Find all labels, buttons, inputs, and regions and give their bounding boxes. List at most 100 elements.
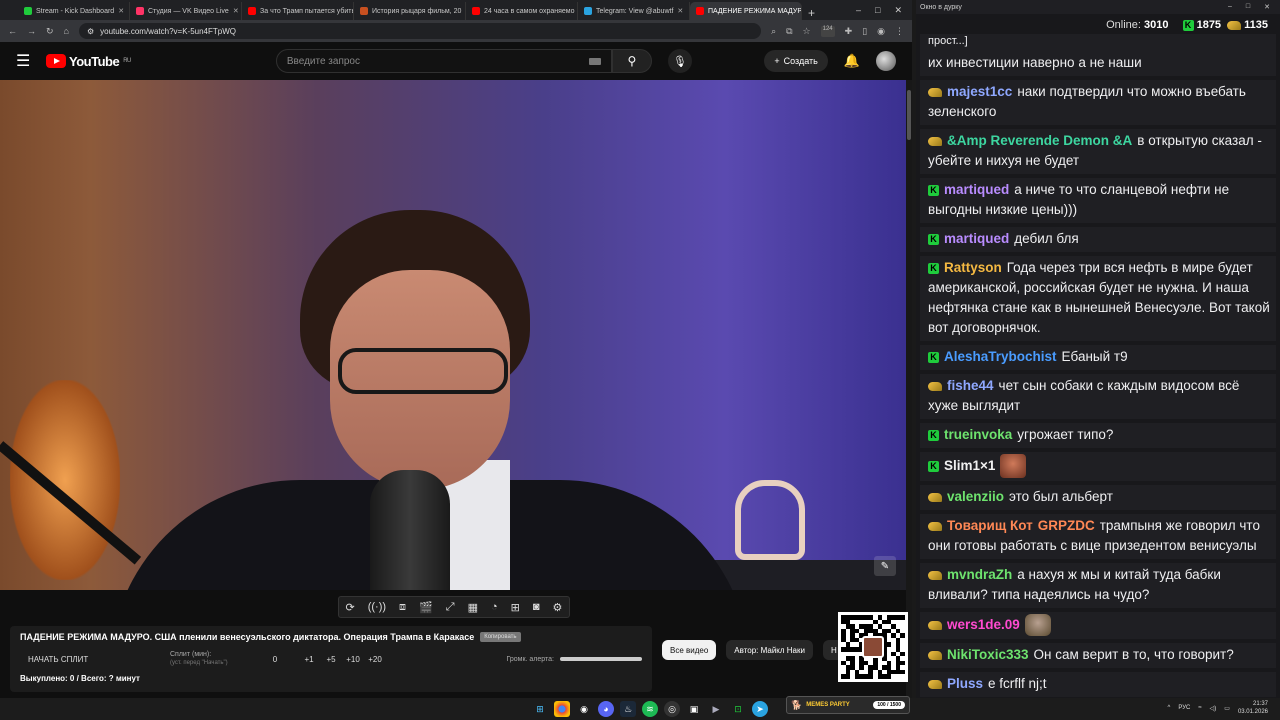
steam-icon[interactable]: ♨ [620, 701, 636, 717]
voice-search-button[interactable]: 🎙 [667, 49, 692, 73]
sidebar-icon[interactable]: ▯ [862, 26, 867, 37]
search-button[interactable]: ⚲ [611, 49, 652, 73]
profile-icon[interactable]: ◉ [877, 26, 885, 37]
speed-icon[interactable]: ◔ [491, 601, 498, 613]
chat-username[interactable]: majest1cc [947, 84, 1012, 99]
windows-start-icon[interactable]: ⊞ [532, 701, 548, 717]
add-icon[interactable]: ⊞ [511, 601, 520, 614]
spotify-icon[interactable]: ≋ [642, 701, 658, 717]
increment-20-button[interactable]: +20 [364, 655, 386, 664]
channel-watermark-icon[interactable]: ✎ [874, 556, 896, 576]
home-icon[interactable]: ⌂ [64, 26, 69, 36]
new-tab-button[interactable]: + [802, 6, 821, 20]
tab-close-icon[interactable]: ✕ [677, 7, 683, 15]
gold-count: 1135 [1244, 19, 1268, 31]
bookmark-star-icon[interactable]: ☆ [803, 26, 811, 37]
kick-badge-icon: K [928, 180, 939, 200]
zoom-icon[interactable]: ⌕ [771, 26, 776, 37]
browser-tab[interactable]: Студия — VK Видео Live ✕ [130, 2, 242, 20]
increment-5-button[interactable]: +5 [320, 655, 342, 664]
chat-username[interactable]: valenziio [947, 489, 1004, 504]
reload-icon[interactable]: ↻ [46, 26, 54, 37]
browser-tab[interactable]: История рыцаря фильм, 20✕ [354, 2, 466, 20]
chat-username[interactable]: AleshaTrybochist [944, 349, 1057, 364]
obs-icon[interactable]: ◎ [664, 701, 680, 717]
search-taskbar-icon[interactable]: ◉ [576, 701, 592, 717]
back-icon[interactable]: ← [8, 26, 17, 36]
wifi-icon[interactable]: ≈ [1198, 705, 1201, 711]
browser-tab[interactable]: За что Трамп пытается убить✕ [242, 2, 354, 20]
forward-icon[interactable]: → [27, 26, 36, 36]
chat-message: Kmartiqued а ниче то что сланцевой нефти … [920, 178, 1276, 223]
media-player-icon[interactable]: ▶ [708, 701, 724, 717]
create-button[interactable]: + Создать [764, 50, 828, 72]
chat-username[interactable]: fishe44 [947, 378, 994, 393]
chat-username[interactable]: wers1de.09 [947, 617, 1020, 632]
maximize-icon[interactable]: □ [875, 5, 880, 16]
language-indicator[interactable]: РУС [1178, 705, 1190, 711]
app-icon[interactable]: ▣ [686, 701, 702, 717]
chat-username[interactable]: trueinvoka [944, 427, 1012, 442]
browser-tab[interactable]: Stream - Kick Dashboard ✕ [18, 2, 130, 20]
share-icon[interactable]: ⧉ [786, 26, 792, 37]
page-scrollbar[interactable] [906, 80, 912, 698]
browser-tab[interactable]: ПАДЕНИЕ РЕЖИМА МАДУРО✕ [690, 2, 802, 20]
search-input[interactable]: Введите запрос [275, 49, 612, 73]
taskbar-icons: ⊞ ◉ ◕ ♨ ≋ ◎ ▣ ▶ ⊡ ➤ [532, 701, 768, 717]
screenshot-icon[interactable]: ⧈ [399, 601, 406, 614]
chip-all-videos[interactable]: Все видео [662, 640, 717, 660]
battery-icon[interactable]: ▭ [1224, 705, 1230, 712]
chat-username[interactable]: mvndraZh [947, 567, 1012, 582]
chat-message: K Rattyson Года через три вся нефть в мире… [920, 256, 1276, 341]
alert-volume-slider[interactable] [560, 657, 642, 661]
hamburger-menu-icon[interactable]: ☰ [16, 51, 46, 71]
audio-icon[interactable]: ((·)) [368, 601, 386, 613]
loop-icon[interactable]: ⟳ [346, 601, 355, 614]
minimize-icon[interactable]: – [856, 5, 861, 16]
grid-icon[interactable]: ▦ [468, 601, 478, 614]
tray-chevron-icon[interactable]: ^ [1168, 705, 1171, 711]
avatar[interactable] [876, 51, 896, 71]
camera-icon[interactable]: ◙ [533, 601, 540, 613]
kick-app-icon[interactable]: ⊡ [730, 701, 746, 717]
clock[interactable]: 21:37 03.01.2026 [1238, 700, 1268, 716]
puzzle-icon[interactable]: ✚ [845, 26, 853, 37]
chrome-icon[interactable] [554, 701, 570, 717]
chat-username[interactable]: NikiToxic333 [947, 647, 1029, 662]
chat-username[interactable]: Slim1×1 [944, 458, 995, 473]
chat-minimize-icon[interactable]: – [1228, 3, 1232, 11]
browser-tab[interactable]: Telegram: View @abuwtf ✕ [578, 2, 690, 20]
settings-gear-icon[interactable]: ⚙ [553, 601, 563, 614]
chat-maximize-icon[interactable]: □ [1246, 3, 1250, 11]
copy-button[interactable]: Копировать [480, 632, 521, 642]
chat-username[interactable]: Rattyson [944, 260, 1002, 275]
notifications-bell-icon[interactable]: 🔔 [844, 53, 860, 69]
scrollbar-thumb[interactable] [907, 90, 911, 140]
expand-icon[interactable]: ⤢ [446, 601, 455, 614]
volume-icon[interactable]: ◁) [1210, 705, 1217, 712]
chip-author[interactable]: Автор: Майкл Наки [726, 640, 813, 660]
discord-icon[interactable]: ◕ [598, 701, 614, 717]
site-info-icon[interactable]: ⚙ [87, 27, 94, 36]
chat-username[interactable]: Товарищ Кот [947, 518, 1033, 533]
url-input[interactable]: ⚙ youtube.com/watch?v=K-5un4FTpWQ [78, 23, 762, 39]
menu-icon[interactable]: ⋮ [895, 26, 904, 37]
close-icon[interactable]: ✕ [894, 5, 902, 16]
browser-tab[interactable]: 24 часа в самом охраняемо✕ [466, 2, 578, 20]
chat-close-icon[interactable]: ✕ [1264, 3, 1270, 11]
increment-10-button[interactable]: +10 [342, 655, 364, 664]
extension-icon[interactable]: 124 [820, 25, 835, 37]
tab-close-icon[interactable]: ✕ [233, 7, 239, 15]
keyboard-icon[interactable] [588, 57, 601, 65]
increment-1-button[interactable]: +1 [298, 655, 320, 664]
tab-close-icon[interactable]: ✕ [118, 7, 124, 15]
start-split-button[interactable]: НАЧАТЬ СПЛИТ [20, 655, 170, 664]
video-player[interactable]: ✎ [0, 80, 906, 590]
chat-username[interactable]: martiqued [944, 231, 1009, 246]
chat-username[interactable]: martiqued [944, 182, 1009, 197]
telegram-icon[interactable]: ➤ [752, 701, 768, 717]
youtube-logo[interactable]: YouTube RU [46, 54, 131, 69]
clapper-icon[interactable]: 🎬 [419, 601, 433, 614]
chat-username[interactable]: &Amp Reverende Demon &A [947, 133, 1132, 148]
chat-username[interactable]: Pluss [947, 676, 983, 691]
